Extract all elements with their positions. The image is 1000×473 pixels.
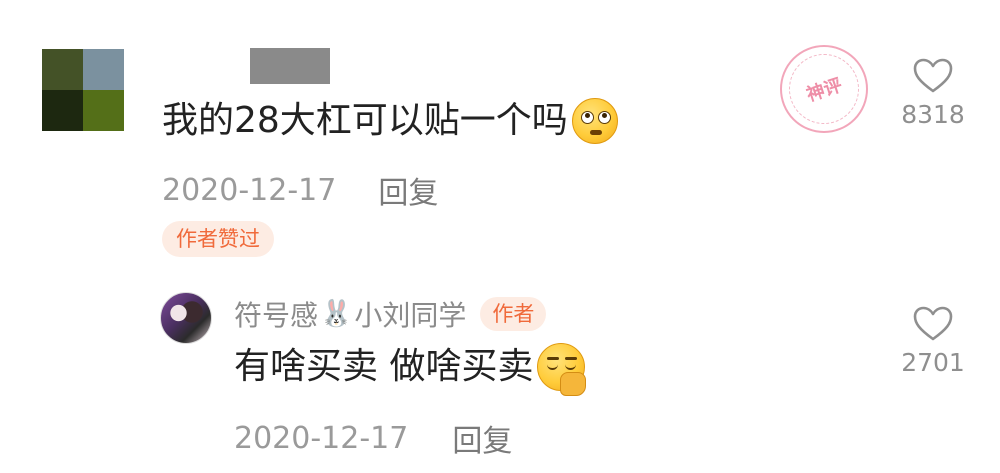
author-liked-badge: 作者赞过 xyxy=(162,221,274,257)
shushing-face-emoji-icon xyxy=(537,343,587,396)
like-button[interactable]: 8318 xyxy=(888,58,978,129)
comment-date: 2020-12-17 xyxy=(162,172,337,208)
reply-author-name-part1: 符号感 xyxy=(234,299,319,332)
avatar[interactable] xyxy=(42,49,124,131)
reply-reply-button[interactable]: 回复 xyxy=(452,416,512,460)
comment-meta: 2020-12-17 回复 xyxy=(162,168,438,212)
author-badge: 作者 xyxy=(480,297,547,331)
reply-button[interactable]: 回复 xyxy=(378,168,438,212)
reply-author-name-part2: 小刘同学 xyxy=(354,299,467,332)
rolling-eyes-emoji-icon xyxy=(571,98,618,144)
reply-date: 2020-12-17 xyxy=(234,420,409,456)
reply-like-count: 2701 xyxy=(901,348,965,377)
reply-body: 有啥买卖 做啥买卖 xyxy=(234,342,587,396)
comment-body: 我的28大杠可以贴一个吗 xyxy=(162,96,618,146)
reply-meta: 2020-12-17 回复 xyxy=(234,416,512,460)
reply-author[interactable]: 符号感 🐰 小刘同学 作者 xyxy=(234,294,547,334)
reply-avatar[interactable] xyxy=(160,292,212,344)
stamp-text: 神评 xyxy=(804,74,845,106)
hot-comment-stamp: 神评 xyxy=(780,45,868,133)
avatar-tile xyxy=(42,49,83,90)
heart-icon[interactable] xyxy=(913,58,953,94)
comment-text: 我的28大杠可以贴一个吗 xyxy=(162,100,568,141)
like-count: 8318 xyxy=(901,100,965,129)
reply-text: 有啥买卖 做啥买卖 xyxy=(234,346,534,387)
bunny-icon: 🐰 xyxy=(320,299,353,329)
reply-like-button[interactable]: 2701 xyxy=(888,306,978,377)
avatar-tile xyxy=(42,90,83,131)
avatar-tile xyxy=(83,49,124,90)
heart-icon[interactable] xyxy=(913,306,953,342)
username-redacted[interactable] xyxy=(250,48,330,84)
avatar-tile xyxy=(83,90,124,131)
